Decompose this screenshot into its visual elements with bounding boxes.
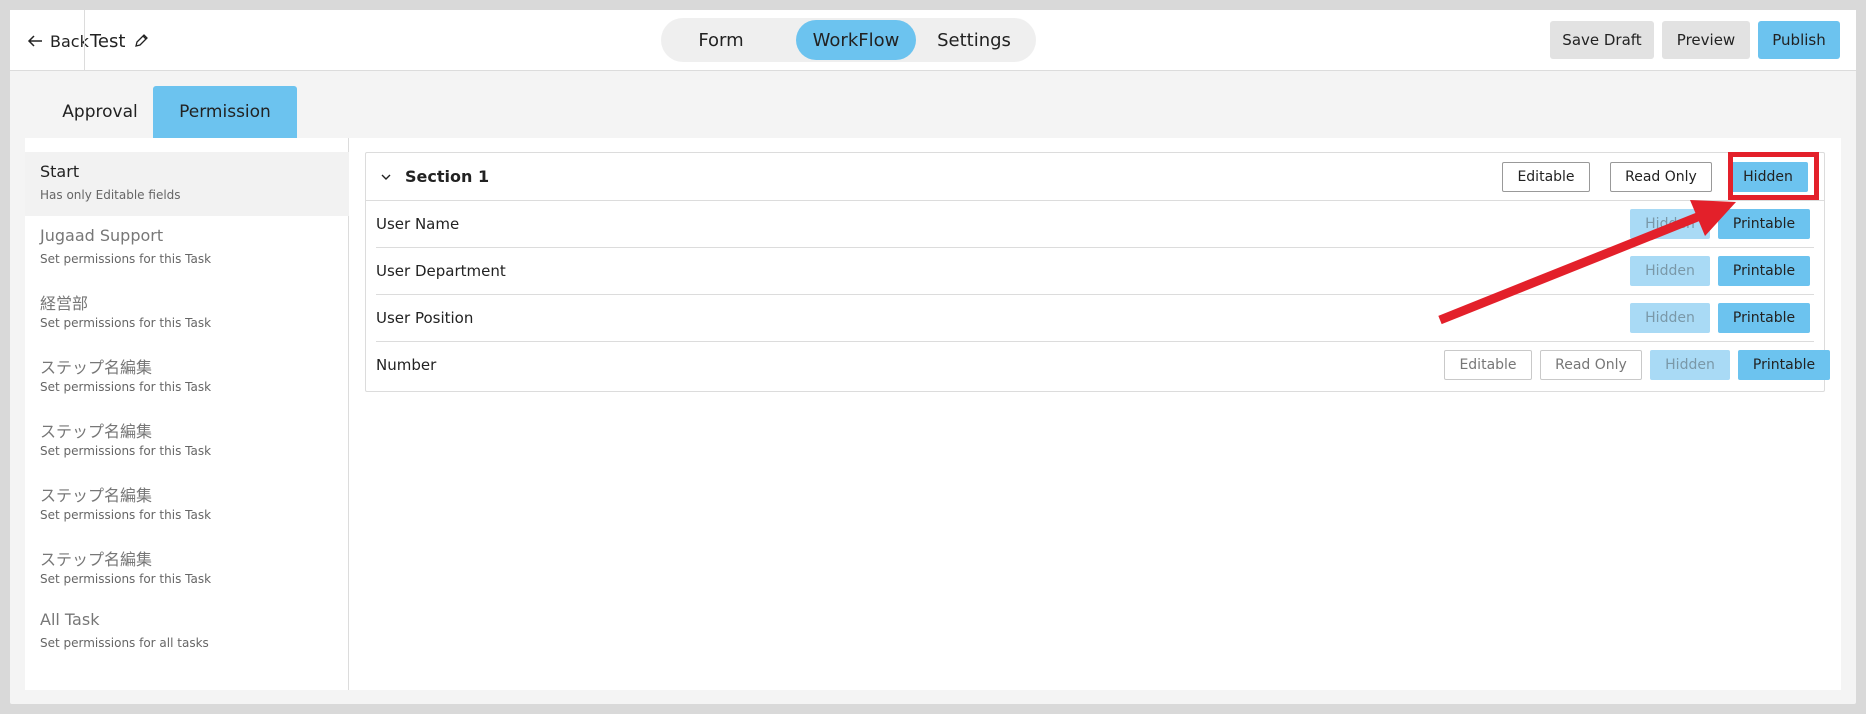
annotation-arrow-icon [1438, 200, 1736, 325]
